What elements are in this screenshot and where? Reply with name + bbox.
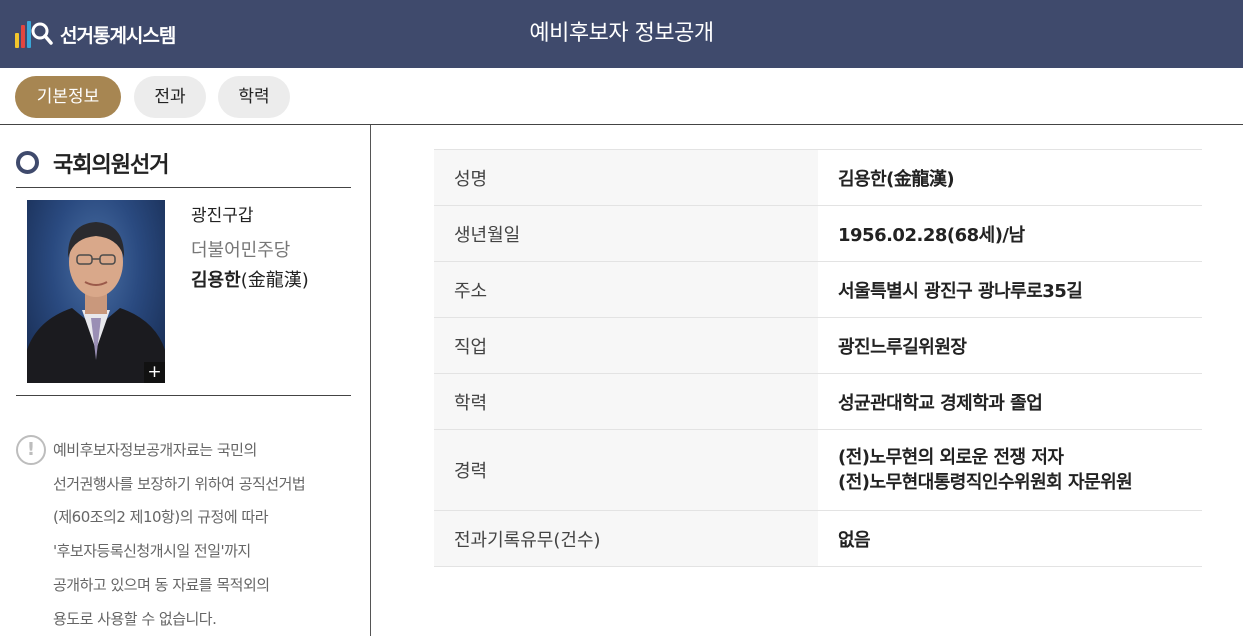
row-label-address: 주소 <box>434 261 818 318</box>
candidate-summary-panel: 국회의원선거 + 광진구갑 더불어민주당 김용한(金龍漢) ! 예비후보자정보공… <box>0 125 371 636</box>
candidate-party: 더불어민주당 <box>191 240 291 261</box>
disclosure-notice: 예비후보자정보공개자료는 국민의 선거권행사를 보장하기 위하여 공직선거법 (… <box>53 434 353 636</box>
row-value-address: 서울특별시 광진구 광나루로35길 <box>818 261 1202 318</box>
election-heading: 국회의원선거 <box>16 147 351 188</box>
row-value-occupation: 광진느루길위원장 <box>818 317 1202 374</box>
row-value-education: 성균관대학교 경제학과 졸업 <box>818 373 1202 430</box>
tab-criminal-record[interactable]: 전과 <box>134 76 206 118</box>
photo-expand-button[interactable]: + <box>144 362 165 383</box>
table-row: 경력 (전)노무현의 외로운 전쟁 저자 (전)노무현대통령직인수위원회 자문위… <box>434 429 1202 511</box>
table-row: 직업 광진느루길위원장 <box>434 317 1202 374</box>
table-row: 생년월일 1956.02.28(68세)/남 <box>434 205 1202 262</box>
notice-line: 선거권행사를 보장하기 위하여 공직선거법 <box>53 474 306 493</box>
election-title: 국회의원선거 <box>53 153 169 178</box>
row-value-name: 김용한(金龍漢) <box>818 149 1202 206</box>
tab-bar: 기본정보 전과 학력 <box>0 68 1243 125</box>
row-label-name: 성명 <box>434 149 818 206</box>
person-portrait-icon <box>27 222 165 383</box>
row-label-occupation: 직업 <box>434 317 818 374</box>
row-label-career: 경력 <box>434 429 818 511</box>
row-label-education: 학력 <box>434 373 818 430</box>
notice-line: 공개하고 있으며 동 자료를 목적외의 <box>53 575 270 594</box>
career-line: (전)노무현의 외로운 전쟁 저자 <box>838 447 1064 468</box>
circle-bullet-icon <box>16 151 39 174</box>
row-label-birth: 생년월일 <box>434 205 818 262</box>
career-line: (전)노무현대통령직인수위원회 자문위원 <box>838 472 1133 493</box>
section-divider <box>16 395 351 396</box>
notice-line: 용도로 사용할 수 없습니다. <box>53 609 217 628</box>
notice-line: '후보자등록신청개시일 전일'까지 <box>53 542 251 561</box>
table-row: 성명 김용한(金龍漢) <box>434 149 1202 206</box>
row-value-career: (전)노무현의 외로운 전쟁 저자 (전)노무현대통령직인수위원회 자문위원 <box>818 429 1202 511</box>
table-row: 학력 성균관대학교 경제학과 졸업 <box>434 373 1202 430</box>
table-row: 주소 서울특별시 광진구 광나루로35길 <box>434 261 1202 318</box>
tab-basic-info[interactable]: 기본정보 <box>15 76 121 118</box>
candidate-district: 광진구갑 <box>191 206 254 226</box>
exclamation-icon: ! <box>16 435 46 465</box>
candidate-name: 김용한(金龍漢) <box>191 266 309 292</box>
row-label-criminal-record: 전과기록유무(건수) <box>434 510 818 567</box>
row-value-criminal-record: 없음 <box>818 510 1202 567</box>
candidate-name-hanja: (金龍漢) <box>240 270 309 291</box>
candidate-info-table: 성명 김용한(金龍漢) 생년월일 1956.02.28(68세)/남 주소 서울… <box>434 149 1202 567</box>
notice-line: (제60조의2 제10항)의 규정에 따라 <box>53 508 269 527</box>
candidate-name-korean: 김용한 <box>191 270 241 291</box>
row-value-birth: 1956.02.28(68세)/남 <box>818 205 1202 262</box>
app-header: 선거통계시스템 예비후보자 정보공개 <box>0 0 1243 68</box>
page-title: 예비후보자 정보공개 <box>529 21 714 46</box>
table-row: 전과기록유무(건수) 없음 <box>434 510 1202 567</box>
candidate-photo[interactable]: + <box>27 200 165 383</box>
tab-education[interactable]: 학력 <box>218 76 290 118</box>
notice-line: 예비후보자정보공개자료는 국민의 <box>53 441 257 459</box>
